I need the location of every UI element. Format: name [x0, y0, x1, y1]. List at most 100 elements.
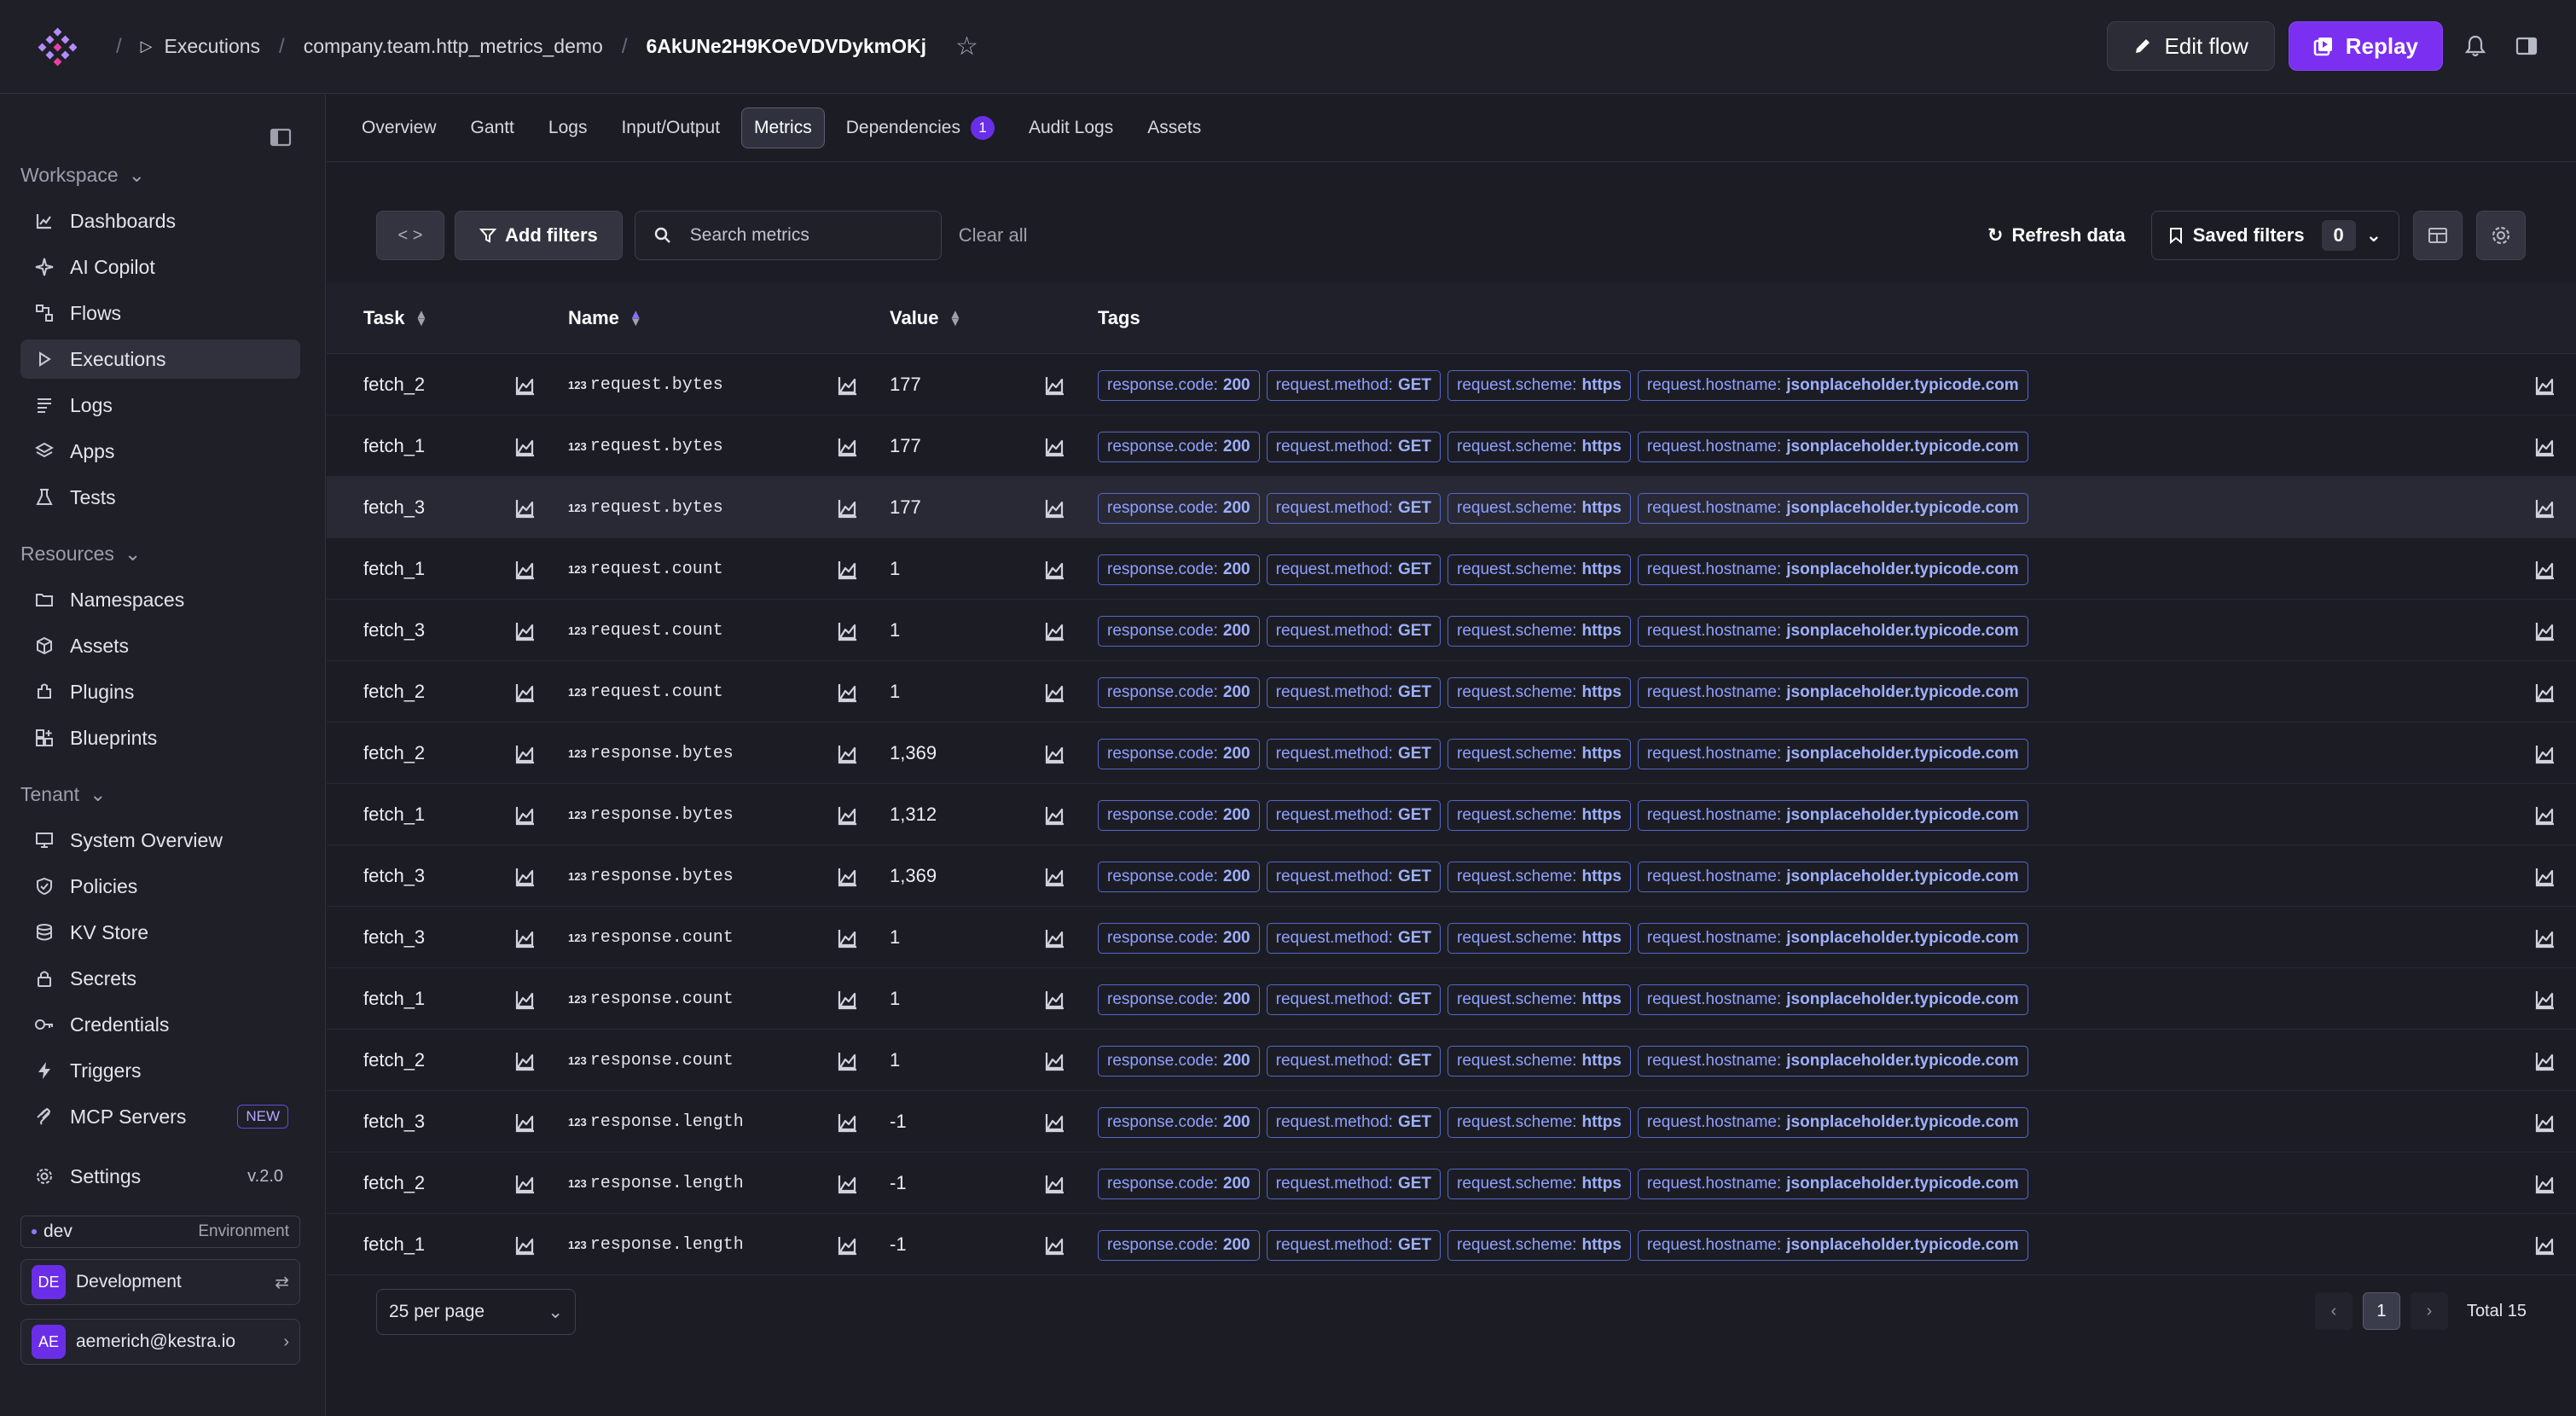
refresh-data-button[interactable]: ↻ Refresh data: [1987, 224, 2126, 247]
column-header-value[interactable]: Value ▲ ▼: [890, 307, 961, 329]
chart-icon[interactable]: [837, 1050, 859, 1072]
tag-chip[interactable]: response.code: 200: [1098, 370, 1260, 401]
code-toggle-button[interactable]: < >: [376, 211, 444, 260]
chart-icon[interactable]: [837, 374, 859, 397]
chart-icon[interactable]: [514, 1234, 537, 1256]
chart-icon[interactable]: [514, 804, 537, 827]
tag-chip[interactable]: request.method: GET: [1266, 493, 1441, 524]
table-view-button[interactable]: [2413, 211, 2463, 260]
tag-chip[interactable]: request.scheme: https: [1448, 739, 1631, 769]
search-input[interactable]: [689, 225, 912, 246]
chart-icon[interactable]: [2534, 989, 2556, 1011]
tag-chip[interactable]: request.method: GET: [1266, 677, 1441, 708]
tag-chip[interactable]: request.scheme: https: [1448, 554, 1631, 585]
chart-icon[interactable]: [837, 1111, 859, 1134]
tag-chip[interactable]: response.code: 200: [1098, 493, 1260, 524]
chart-icon[interactable]: [2534, 1111, 2556, 1134]
tenant-switcher[interactable]: DE Development ⇄: [20, 1259, 300, 1305]
tag-chip[interactable]: request.method: GET: [1266, 923, 1441, 954]
tag-chip[interactable]: request.hostname: jsonplaceholder.typicod…: [1637, 923, 2028, 954]
star-icon[interactable]: ☆: [955, 32, 978, 61]
sidebar-item-blueprints[interactable]: Blueprints: [20, 718, 300, 757]
tag-chip[interactable]: response.code: 200: [1098, 1046, 1260, 1077]
tag-chip[interactable]: request.hostname: jsonplaceholder.typicod…: [1637, 432, 2028, 462]
chart-icon[interactable]: [2534, 436, 2556, 458]
tag-chip[interactable]: request.scheme: https: [1448, 984, 1631, 1015]
chart-icon[interactable]: [1044, 559, 1066, 581]
tag-chip[interactable]: request.scheme: https: [1448, 370, 1631, 401]
tag-chip[interactable]: request.scheme: https: [1448, 1230, 1631, 1261]
chart-icon[interactable]: [1044, 804, 1066, 827]
chart-icon[interactable]: [837, 1173, 859, 1195]
sidebar-item-secrets[interactable]: Secrets: [20, 959, 300, 998]
tag-chip[interactable]: request.hostname: jsonplaceholder.typicod…: [1637, 1046, 2028, 1077]
chart-icon[interactable]: [514, 989, 537, 1011]
resources-section-toggle[interactable]: Resources ⌄: [20, 543, 141, 566]
chart-icon[interactable]: [2534, 559, 2556, 581]
chart-icon[interactable]: [1044, 866, 1066, 888]
tag-chip[interactable]: request.method: GET: [1266, 616, 1441, 647]
sidebar-item-system-overview[interactable]: System Overview: [20, 821, 300, 860]
chart-icon[interactable]: [2534, 1173, 2556, 1195]
tag-chip[interactable]: request.method: GET: [1266, 370, 1441, 401]
column-header-name[interactable]: Name ▲ ▼: [568, 307, 642, 329]
tag-chip[interactable]: request.scheme: https: [1448, 800, 1631, 831]
tag-chip[interactable]: response.code: 200: [1098, 432, 1260, 462]
tag-chip[interactable]: response.code: 200: [1098, 1107, 1260, 1138]
tag-chip[interactable]: request.method: GET: [1266, 1046, 1441, 1077]
tag-chip[interactable]: response.code: 200: [1098, 677, 1260, 708]
tab-assets[interactable]: Assets: [1134, 107, 1214, 148]
tag-chip[interactable]: request.hostname: jsonplaceholder.typicod…: [1637, 1107, 2028, 1138]
tag-chip[interactable]: response.code: 200: [1098, 1230, 1260, 1261]
tag-chip[interactable]: request.scheme: https: [1448, 923, 1631, 954]
tag-chip[interactable]: response.code: 200: [1098, 984, 1260, 1015]
tag-chip[interactable]: response.code: 200: [1098, 923, 1260, 954]
tag-chip[interactable]: request.method: GET: [1266, 554, 1441, 585]
chart-icon[interactable]: [2534, 1234, 2556, 1256]
tag-chip[interactable]: request.method: GET: [1266, 1107, 1441, 1138]
per-page-select[interactable]: 25 per page ⌄: [376, 1289, 576, 1335]
settings-button[interactable]: [2476, 211, 2526, 260]
chart-icon[interactable]: [1044, 620, 1066, 642]
tag-chip[interactable]: request.scheme: https: [1448, 862, 1631, 892]
tag-chip[interactable]: request.hostname: jsonplaceholder.typicod…: [1637, 984, 2028, 1015]
tag-chip[interactable]: request.method: GET: [1266, 1230, 1441, 1261]
tab-metrics[interactable]: Metrics: [741, 107, 825, 148]
tenant-section-toggle[interactable]: Tenant ⌄: [20, 783, 106, 806]
tag-chip[interactable]: request.hostname: jsonplaceholder.typicod…: [1637, 739, 2028, 769]
chart-icon[interactable]: [514, 1173, 537, 1195]
replay-button[interactable]: Replay: [2288, 21, 2443, 71]
tag-chip[interactable]: request.method: GET: [1266, 432, 1441, 462]
sidebar-item-plugins[interactable]: Plugins: [20, 672, 300, 711]
tag-chip[interactable]: response.code: 200: [1098, 1169, 1260, 1199]
tag-chip[interactable]: request.scheme: https: [1448, 1046, 1631, 1077]
chart-icon[interactable]: [514, 497, 537, 519]
tag-chip[interactable]: response.code: 200: [1098, 800, 1260, 831]
sidebar-item-ai-copilot[interactable]: AI Copilot: [20, 247, 300, 287]
sidebar-item-executions[interactable]: Executions: [20, 339, 300, 379]
sidebar-item-apps[interactable]: Apps: [20, 432, 300, 471]
chart-icon[interactable]: [514, 682, 537, 704]
tag-chip[interactable]: response.code: 200: [1098, 554, 1260, 585]
sidebar-item-kv-store[interactable]: KV Store: [20, 913, 300, 952]
sidebar-item-namespaces[interactable]: Namespaces: [20, 580, 300, 619]
panel-toggle-icon[interactable]: [2508, 27, 2545, 65]
chart-icon[interactable]: [2534, 497, 2556, 519]
sidebar-item-tests[interactable]: Tests: [20, 478, 300, 517]
tag-chip[interactable]: request.scheme: https: [1448, 616, 1631, 647]
tag-chip[interactable]: request.scheme: https: [1448, 1107, 1631, 1138]
tag-chip[interactable]: request.scheme: https: [1448, 1169, 1631, 1199]
clear-all-button[interactable]: Clear all: [959, 224, 1028, 247]
chart-icon[interactable]: [2534, 866, 2556, 888]
chart-icon[interactable]: [1044, 989, 1066, 1011]
tag-chip[interactable]: request.method: GET: [1266, 862, 1441, 892]
sidebar-collapse-icon[interactable]: [270, 128, 292, 151]
sidebar-item-settings[interactable]: Settings v.2.0: [20, 1157, 300, 1196]
chart-icon[interactable]: [1044, 682, 1066, 704]
sidebar-item-credentials[interactable]: Credentials: [20, 1005, 300, 1044]
chart-icon[interactable]: [837, 497, 859, 519]
sidebar-item-policies[interactable]: Policies: [20, 867, 300, 906]
chart-icon[interactable]: [514, 374, 537, 397]
chart-icon[interactable]: [837, 559, 859, 581]
tag-chip[interactable]: request.method: GET: [1266, 984, 1441, 1015]
